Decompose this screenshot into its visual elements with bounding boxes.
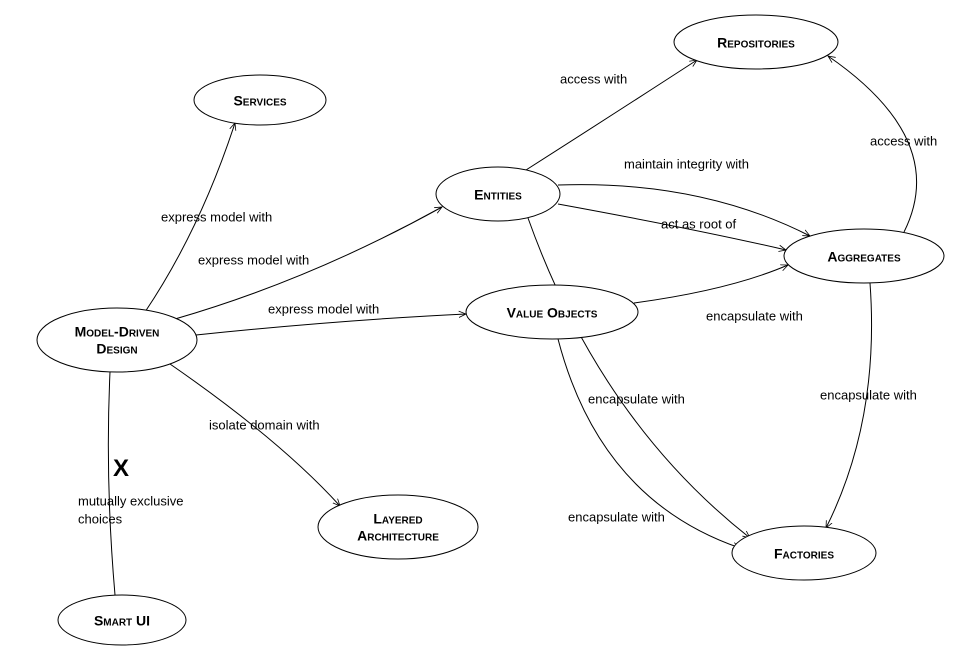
- node-smart-ui: Smart UI: [58, 595, 186, 645]
- edge-entities-factories: [528, 218, 750, 538]
- node-label-layered-2: Architecture: [357, 528, 439, 544]
- node-label-factories: Factories: [774, 546, 834, 562]
- edge-aggregates-factories: [826, 283, 872, 528]
- node-entities: Entities: [436, 167, 560, 221]
- edge-label-mdd-smartui-1: mutually exclusive: [78, 493, 184, 508]
- node-label-value-objects: Value Objects: [507, 305, 598, 321]
- edge-label-mdd-smartui-2: choices: [78, 511, 123, 526]
- x-mark: X: [113, 455, 129, 482]
- node-label-layered-1: Layered: [373, 511, 422, 527]
- edge-label-aggregates-repositories: access with: [870, 133, 937, 148]
- edge-mdd-layered: [170, 364, 340, 506]
- node-services: Services: [194, 75, 326, 125]
- node-value-objects: Value Objects: [466, 285, 638, 339]
- node-layered-architecture: Layered Architecture: [318, 495, 478, 559]
- edge-label-entities-repositories: access with: [560, 71, 627, 86]
- node-label-smart-ui: Smart UI: [94, 613, 150, 629]
- edge-label-mdd-valueobjects: express model with: [268, 301, 379, 316]
- node-repositories: Repositories: [674, 15, 838, 69]
- edge-label-mdd-entities: express model with: [198, 252, 309, 267]
- edge-label-mdd-layered: isolate domain with: [209, 417, 320, 432]
- edge-label-entities-factories: encapsulate with: [588, 391, 685, 406]
- node-label-repositories: Repositories: [717, 35, 795, 51]
- node-aggregates: Aggregates: [784, 229, 944, 283]
- edge-valueobjects-aggregates: [634, 265, 788, 303]
- node-model-driven-design: Model-Driven Design: [37, 308, 197, 372]
- node-label-services: Services: [233, 93, 286, 109]
- node-label-entities: Entities: [474, 187, 522, 203]
- edge-label-entities-aggregates-root: act as root of: [661, 216, 737, 231]
- edge-label-valueobjects-aggregates: encapsulate with: [706, 308, 803, 323]
- edge-mdd-valueobjects: [196, 314, 466, 335]
- edge-label-valueobjects-factories: encapsulate with: [568, 509, 665, 524]
- node-label-mdd-2: Design: [96, 341, 137, 357]
- edge-label-aggregates-factories: encapsulate with: [820, 387, 917, 402]
- edge-label-entities-aggregates-integrity: maintain integrity with: [624, 156, 749, 171]
- node-label-mdd-1: Model-Driven: [75, 324, 160, 340]
- node-factories: Factories: [732, 526, 876, 580]
- edge-label-mdd-services: express model with: [161, 209, 272, 224]
- node-label-aggregates: Aggregates: [827, 249, 901, 265]
- edge-mdd-smartui: [108, 372, 115, 595]
